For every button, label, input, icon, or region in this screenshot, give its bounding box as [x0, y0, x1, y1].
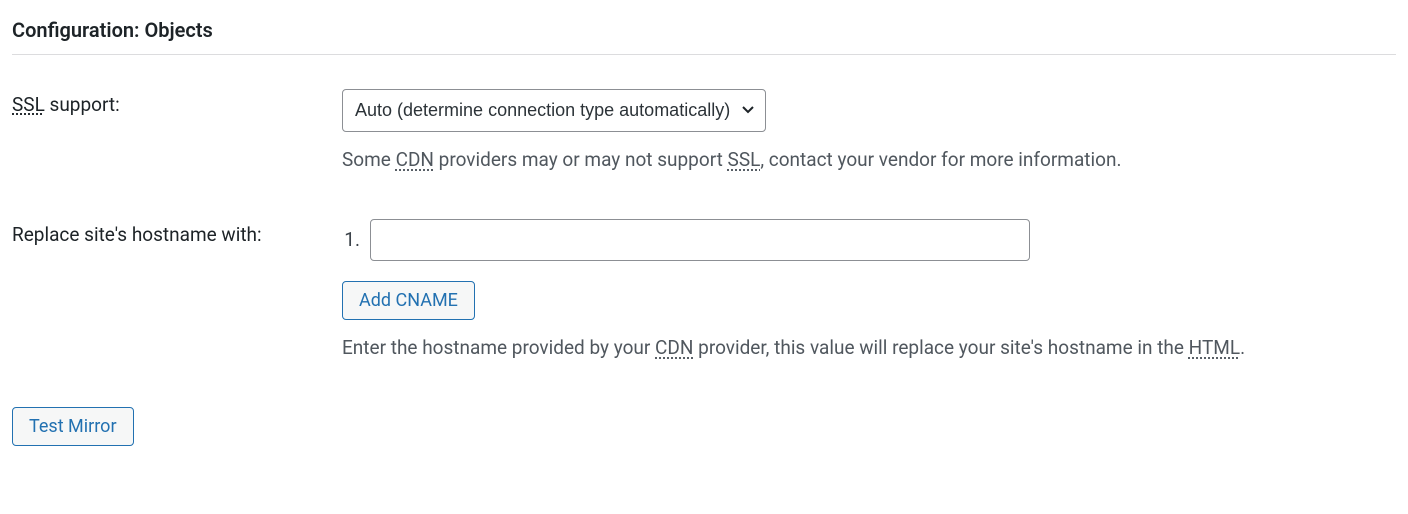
label-ssl-suffix: support:	[45, 93, 120, 116]
ssl-desc-mid: providers may or may not support	[434, 148, 728, 171]
ssl-description: Some CDN providers may or may not suppor…	[342, 146, 1396, 175]
row-replace-hostname: Replace site's hostname with: 1. Add CNA…	[12, 219, 1396, 363]
section-title: Configuration: Objects	[12, 18, 1396, 42]
label-replace-hostname: Replace site's hostname with:	[12, 219, 342, 246]
cname-input[interactable]	[370, 219, 1030, 261]
hostname-desc-after: .	[1240, 336, 1245, 359]
ssl-select-wrap: Auto (determine connection type automati…	[342, 89, 766, 132]
footer-buttons: Test Mirror	[12, 407, 1396, 447]
abbr-ssl-label: SSL	[12, 93, 45, 116]
abbr-ssl: SSL	[728, 148, 761, 171]
ssl-support-select[interactable]: Auto (determine connection type automati…	[342, 89, 766, 132]
abbr-cdn-2: CDN	[655, 336, 693, 359]
row-ssl-support: SSL support: Auto (determine connection …	[12, 89, 1396, 175]
hostname-description: Enter the hostname provided by your CDN …	[342, 334, 1396, 363]
hostname-desc-before: Enter the hostname provided by your	[342, 336, 655, 359]
section-divider	[12, 54, 1396, 55]
hostname-desc-mid: provider, this value will replace your s…	[693, 336, 1188, 359]
abbr-cdn: CDN	[396, 148, 434, 171]
ssl-desc-before: Some	[342, 148, 396, 171]
label-ssl-support: SSL support:	[12, 89, 342, 116]
test-mirror-button[interactable]: Test Mirror	[12, 407, 134, 447]
add-cname-button[interactable]: Add CNAME	[342, 281, 475, 321]
abbr-html: HTML	[1189, 336, 1240, 359]
cname-index: 1.	[342, 228, 360, 251]
cname-entry-row: 1.	[342, 219, 1396, 261]
ssl-desc-after: , contact your vendor for more informati…	[760, 148, 1121, 171]
